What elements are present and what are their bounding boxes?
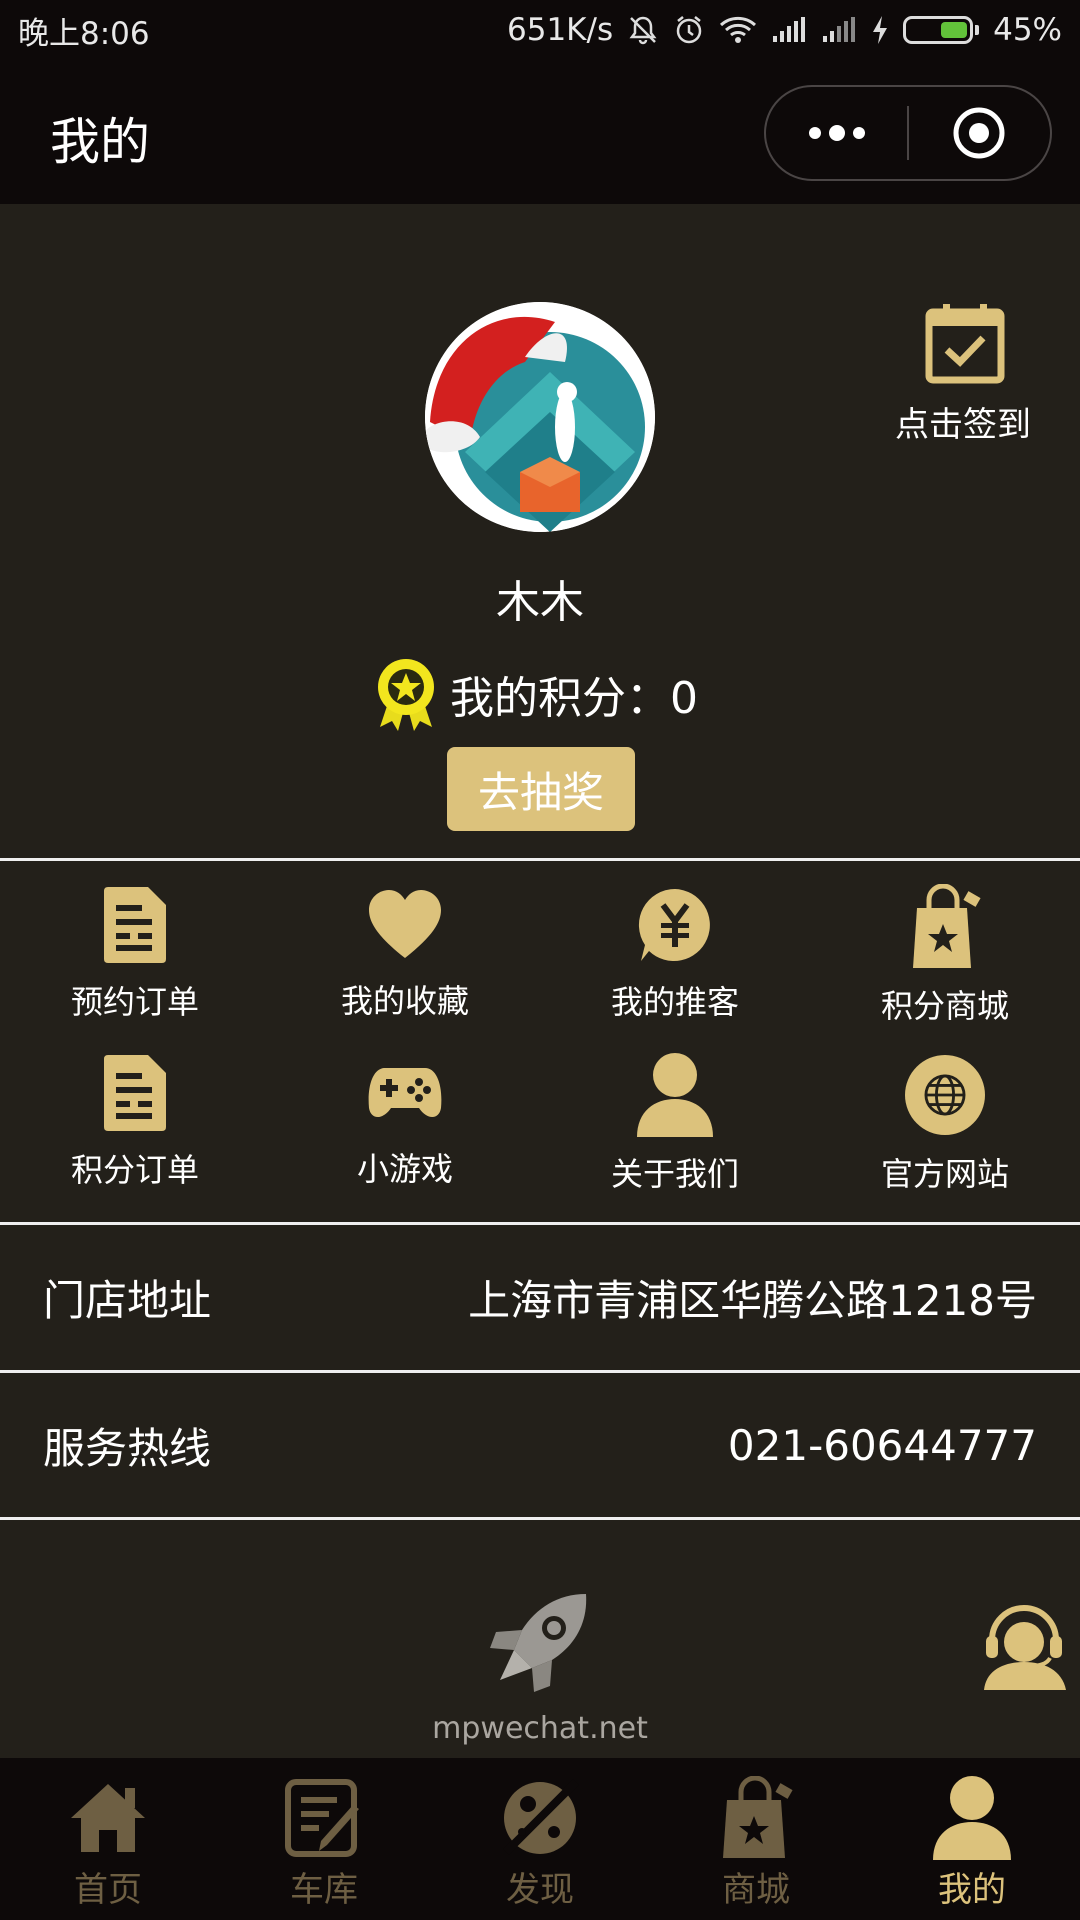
service-hotline-label: 服务热线 [43,1423,212,1473]
brand-text: mpwechat.net [432,1711,648,1746]
menu-label: 官方网站 [880,1155,1009,1193]
lottery-button[interactable]: 去抽奖 [447,747,635,831]
shopping-bag-icon [714,1776,798,1860]
planet-icon [498,1776,582,1860]
edit-note-icon [282,1776,366,1860]
headset-support-icon [984,1605,1066,1690]
person-icon [635,1053,715,1137]
heart-icon [365,887,445,962]
rocket-logo-icon [488,1590,592,1698]
tab-label: 我的 [938,1870,1006,1910]
points-label: 我的积分：0 [450,673,698,724]
medal-icon [378,659,434,731]
nickname: 木木 [496,577,584,628]
avatar[interactable] [425,302,655,532]
close-button[interactable] [909,87,1050,179]
menu-item-points-orders[interactable]: 积分订单 [0,1030,270,1190]
bell-muted-icon [627,14,659,46]
status-icons: 651K/s 45% [507,12,1062,48]
profile-section: 点击签到 木木 我的积分：0 去抽奖 [0,204,1080,858]
menu-label: 小游戏 [356,1150,453,1188]
charging-icon [871,15,889,45]
more-button[interactable] [766,87,907,179]
person-icon [930,1776,1014,1860]
menu-item-appointment-orders[interactable]: 预约订单 [0,862,270,1022]
shopping-bag-icon [905,884,985,968]
menu-item-about-us[interactable]: 关于我们 [540,1030,810,1193]
calendar-check-icon [925,304,1005,384]
menu-grid: 预约订单 我的收藏 我的推客 积分商城 积分订单 小游戏 关于我们 官方网站 [0,862,1080,1222]
page-title: 我的 [50,113,150,171]
mini-program-capsule [764,85,1052,181]
store-address-label: 门店地址 [43,1275,212,1325]
service-hotline-value[interactable]: 021-60644777 [728,1421,1037,1470]
store-address-value: 上海市青浦区华腾公路1218号 [468,1275,1037,1325]
tab-bar: 首页 车库 发现 商城 我的 [0,1758,1080,1920]
status-time: 晚上8:06 [18,15,150,52]
target-circle-icon [953,107,1005,159]
menu-item-official-website[interactable]: 官方网站 [810,1030,1080,1193]
signal-icon [821,16,857,44]
tab-discover[interactable]: 发现 [432,1758,648,1920]
tab-home[interactable]: 首页 [0,1758,216,1920]
menu-label: 我的推客 [610,983,739,1021]
tab-mine[interactable]: 我的 [864,1758,1080,1920]
alarm-icon [673,14,705,46]
menu-label: 预约订单 [70,983,199,1021]
wifi-icon [719,15,757,45]
status-bar: 晚上8:06 651K/s 45% [0,0,1080,60]
battery-icon [903,16,980,44]
tab-label: 发现 [506,1870,574,1910]
gamepad-icon [365,1055,445,1130]
tab-garage[interactable]: 车库 [216,1758,432,1920]
home-icon [66,1776,150,1860]
tab-label: 首页 [74,1870,142,1910]
tab-mall[interactable]: 商城 [648,1758,864,1920]
document-icon [95,1055,175,1131]
menu-label: 积分订单 [70,1151,199,1189]
menu-label: 关于我们 [610,1155,739,1193]
menu-item-favorites[interactable]: 我的收藏 [270,862,540,1022]
menu-item-points-mall[interactable]: 积分商城 [810,862,1080,1025]
more-dots-icon [808,125,865,141]
globe-icon [905,1055,985,1135]
network-speed: 651K/s [507,12,614,48]
document-icon [95,887,175,963]
menu-item-promoters[interactable]: 我的推客 [540,862,810,1022]
menu-label: 我的收藏 [340,982,469,1020]
menu-item-mini-games[interactable]: 小游戏 [270,1030,540,1190]
tab-label: 车库 [290,1870,358,1910]
points-row: 我的积分：0 [376,657,698,731]
signin-label: 点击签到 [895,405,1031,445]
divider [0,1517,1080,1520]
store-address-row[interactable]: 门店地址 上海市青浦区华腾公路1218号 [0,1225,1080,1369]
signal-icon [771,16,807,44]
menu-label: 积分商城 [880,987,1009,1025]
customer-service-button[interactable] [980,1600,1068,1694]
yuan-bubble-icon [635,887,715,963]
divider [0,858,1080,861]
nav-bar: 我的 [0,60,1080,204]
battery-percent: 45% [993,12,1062,48]
service-hotline-row[interactable]: 服务热线 021-60644777 [0,1373,1080,1517]
tab-label: 商城 [722,1870,790,1910]
